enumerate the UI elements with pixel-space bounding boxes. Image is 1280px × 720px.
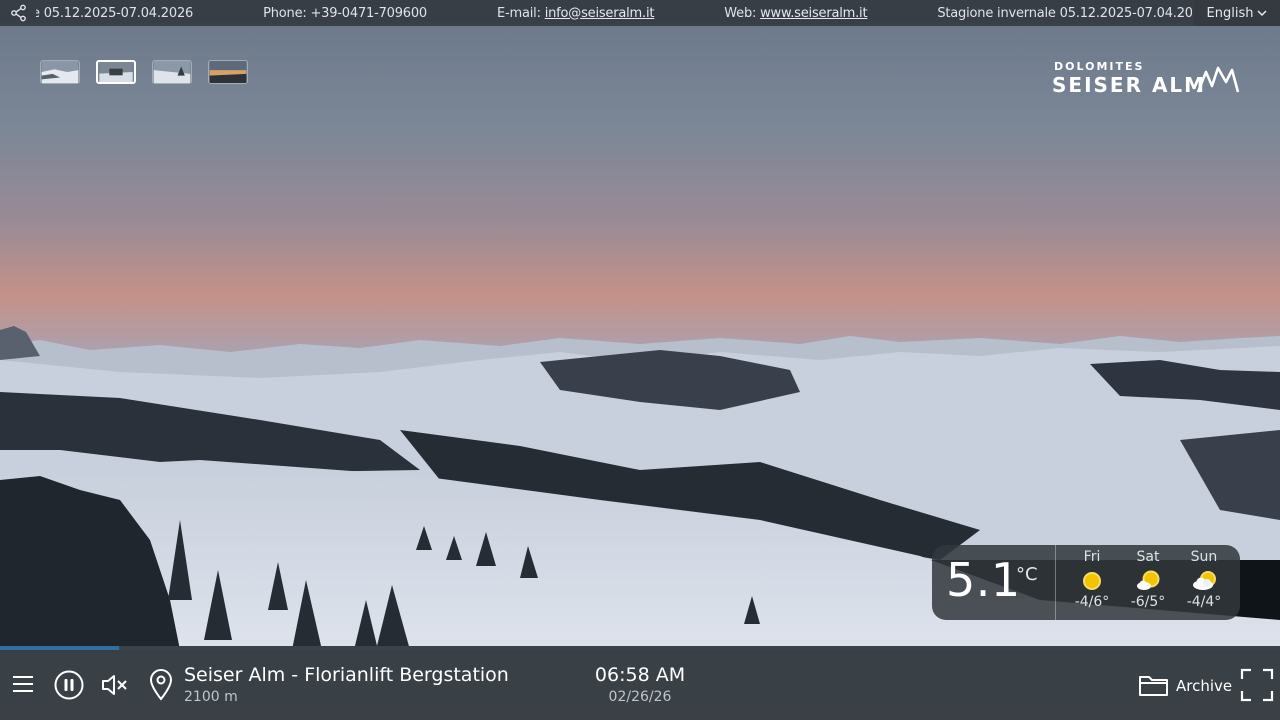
ticker-text: e 05.12.2025-07.04.2026 Phone: +39-0471-… — [36, 0, 1192, 26]
ticker-web: Web: www.seiseralm.it — [724, 6, 867, 21]
forecast-day-sat: Sat -6/5° — [1120, 549, 1176, 610]
forecast-range: -4/4° — [1186, 594, 1222, 610]
email-link[interactable]: info@seiseralm.it — [545, 6, 655, 21]
language-label: English — [1206, 5, 1254, 21]
camera-thumbnail-4[interactable] — [208, 60, 248, 84]
location-altitude: 2100 m — [184, 689, 238, 705]
logo-dolomites: DOLOMITES — [1054, 60, 1145, 73]
forecast-day-name: Sat — [1136, 549, 1160, 565]
cloud-sun-icon — [1193, 571, 1216, 590]
current-temperature: 5.1 — [946, 553, 1021, 607]
ticker-season: Stagione invernale 05.12.2025-07.04.2026 — [937, 5, 1192, 21]
location-name: Seiser Alm - Florianlift Bergstation — [184, 664, 509, 686]
location-pin-icon — [149, 669, 173, 701]
ticker-email: E-mail: info@seiseralm.it — [497, 6, 654, 21]
pause-icon[interactable] — [54, 670, 84, 700]
chevron-down-icon — [1257, 10, 1267, 17]
temperature-unit: °C — [1016, 564, 1038, 585]
forecast-range: -6/5° — [1130, 594, 1166, 610]
menu-icon[interactable] — [12, 674, 34, 694]
ticker-email-label: E-mail: — [497, 5, 545, 21]
camera-thumbnails — [40, 60, 248, 84]
language-selector[interactable]: English — [1194, 0, 1280, 26]
camera-thumbnail-2[interactable] — [96, 60, 136, 84]
forecast-range: -4/6° — [1074, 594, 1110, 610]
sun-cloud-icon — [1137, 570, 1160, 590]
ticker-season-end: e 05.12.2025-07.04.2026 — [36, 5, 194, 21]
weather-divider — [1055, 545, 1056, 620]
forecast-day-name: Fri — [1083, 549, 1101, 565]
forecast-day-name: Sun — [1190, 549, 1218, 565]
forecast-day-fri: Fri -4/6° — [1064, 549, 1120, 610]
camera-thumbnail-3[interactable] — [152, 60, 192, 84]
info-ticker-bar: e 05.12.2025-07.04.2026 Phone: +39-0471-… — [0, 0, 1280, 26]
archive-button[interactable]: Archive — [1176, 677, 1232, 695]
sun-icon — [1083, 572, 1101, 590]
ticker-web-label: Web: — [724, 5, 761, 21]
weather-widget[interactable]: 5.1 °C Fri -4/6° Sat -6/5° Sun -4/4° — [932, 545, 1240, 620]
mute-icon[interactable] — [100, 673, 128, 697]
web-link[interactable]: www.seiseralm.it — [760, 6, 867, 21]
forecast-day-sun: Sun -4/4° — [1176, 549, 1232, 610]
logo-seiser-alm: SEISER ALM — [1052, 73, 1207, 97]
seiser-alm-logo: DOLOMITES SEISER ALM — [1050, 60, 1242, 100]
fullscreen-icon[interactable] — [1240, 668, 1274, 702]
folder-icon[interactable] — [1138, 672, 1170, 698]
ticker-phone: Phone: +39-0471-709600 — [263, 5, 428, 21]
mountain-logo-icon — [1196, 66, 1240, 93]
image-time: 06:58 AM — [594, 664, 686, 686]
control-bar: Seiser Alm - Florianlift Bergstation 210… — [0, 650, 1280, 720]
camera-thumbnail-1[interactable] — [40, 60, 80, 84]
image-date: 02/26/26 — [608, 689, 672, 705]
share-icon[interactable] — [10, 4, 28, 22]
